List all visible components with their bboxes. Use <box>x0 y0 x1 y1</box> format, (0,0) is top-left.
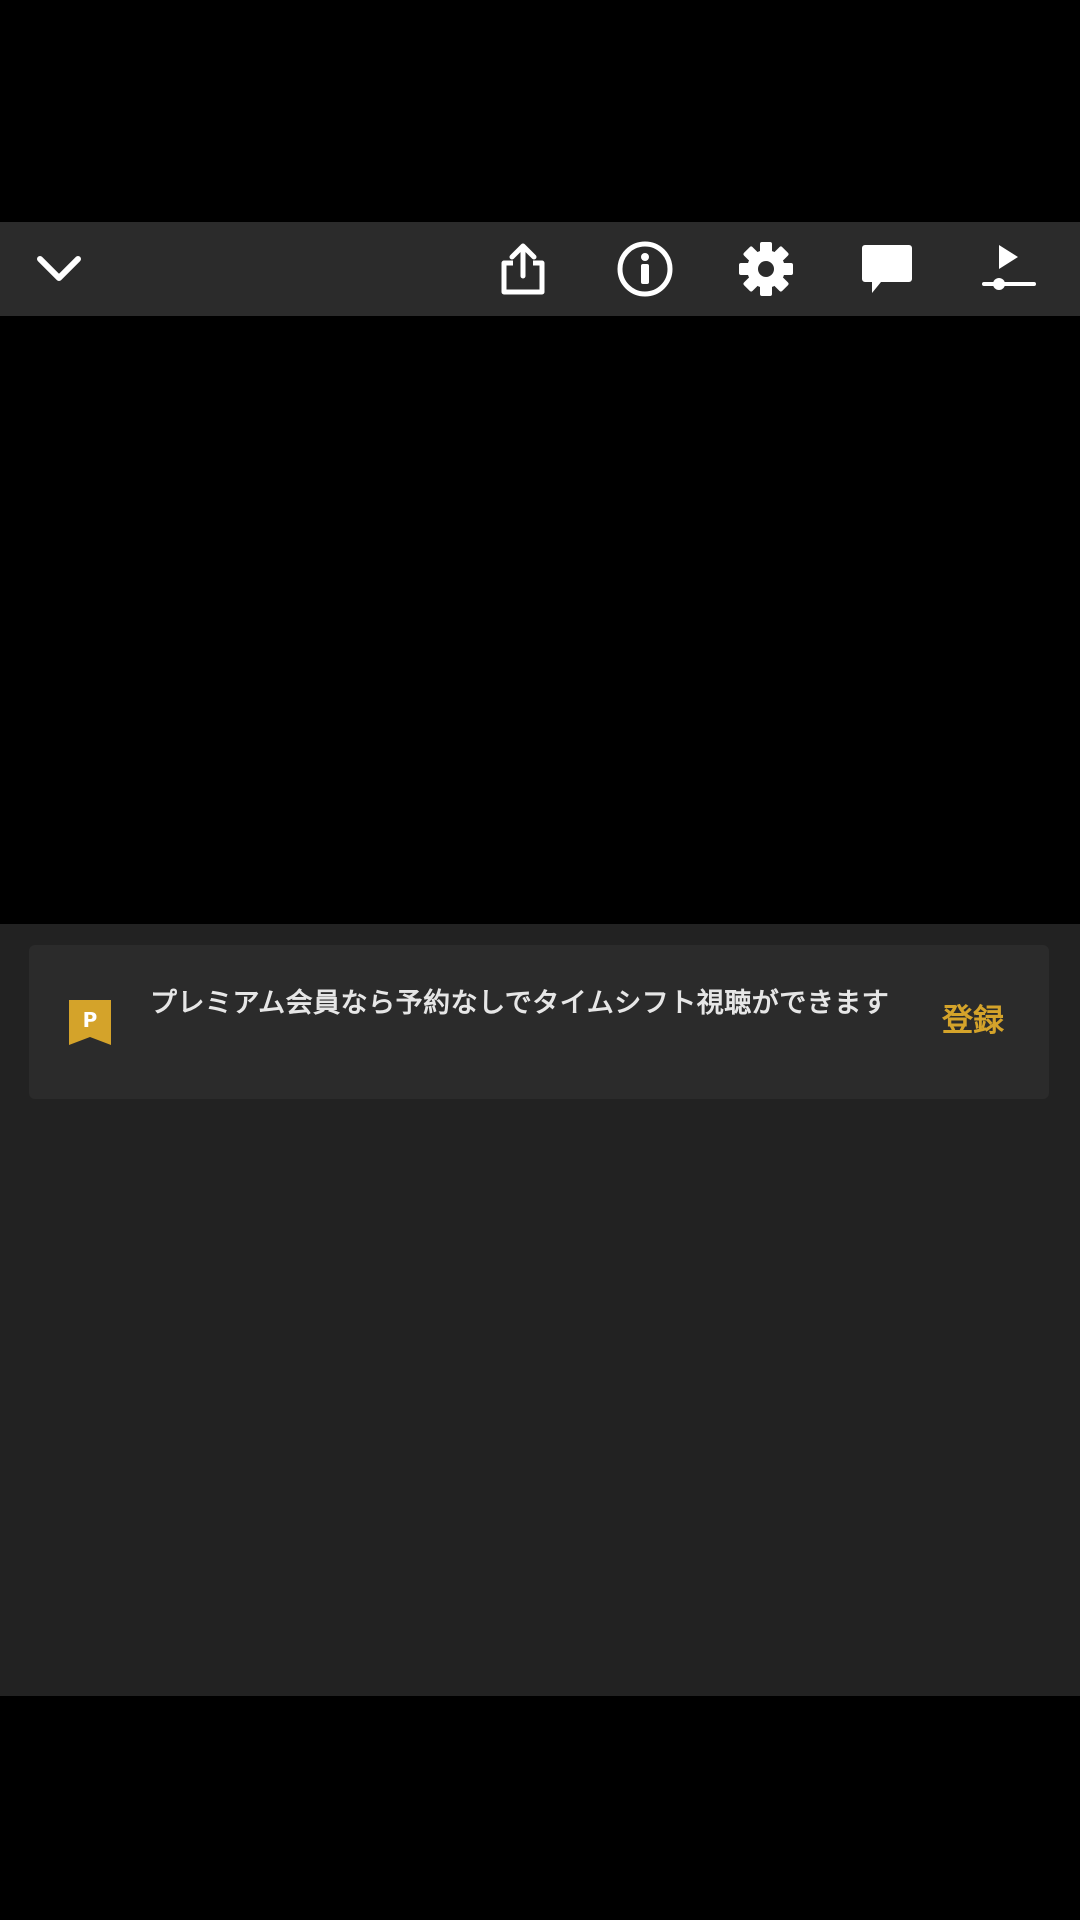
status-bar-area <box>0 0 1080 222</box>
bottom-spacer <box>0 1696 1080 1920</box>
play-slider-icon <box>982 245 1036 290</box>
register-button[interactable]: 登録 <box>942 1001 1004 1041</box>
share-button[interactable] <box>473 222 573 316</box>
video-player[interactable] <box>0 316 1080 924</box>
player-toolbar <box>0 222 1080 316</box>
premium-badge-letter: P <box>83 1008 98 1032</box>
premium-bookmark-icon: P <box>69 1000 111 1045</box>
info-button[interactable] <box>595 222 695 316</box>
content-panel: P プレミアム会員なら予約なしでタイムシフト視聴ができます 登録 <box>0 924 1080 1696</box>
gear-icon <box>739 242 793 296</box>
chevron-down-icon <box>37 256 81 281</box>
premium-banner: P プレミアム会員なら予約なしでタイムシフト視聴ができます 登録 <box>29 945 1049 1099</box>
collapse-button[interactable] <box>9 222 109 316</box>
premium-message: プレミアム会員なら予約なしでタイムシフト視聴ができます <box>150 988 890 1019</box>
share-icon <box>501 243 545 295</box>
info-icon <box>617 241 673 297</box>
comment-icon <box>862 245 912 293</box>
comments-button[interactable] <box>837 222 937 316</box>
playback-button[interactable] <box>959 222 1059 316</box>
settings-button[interactable] <box>716 222 816 316</box>
